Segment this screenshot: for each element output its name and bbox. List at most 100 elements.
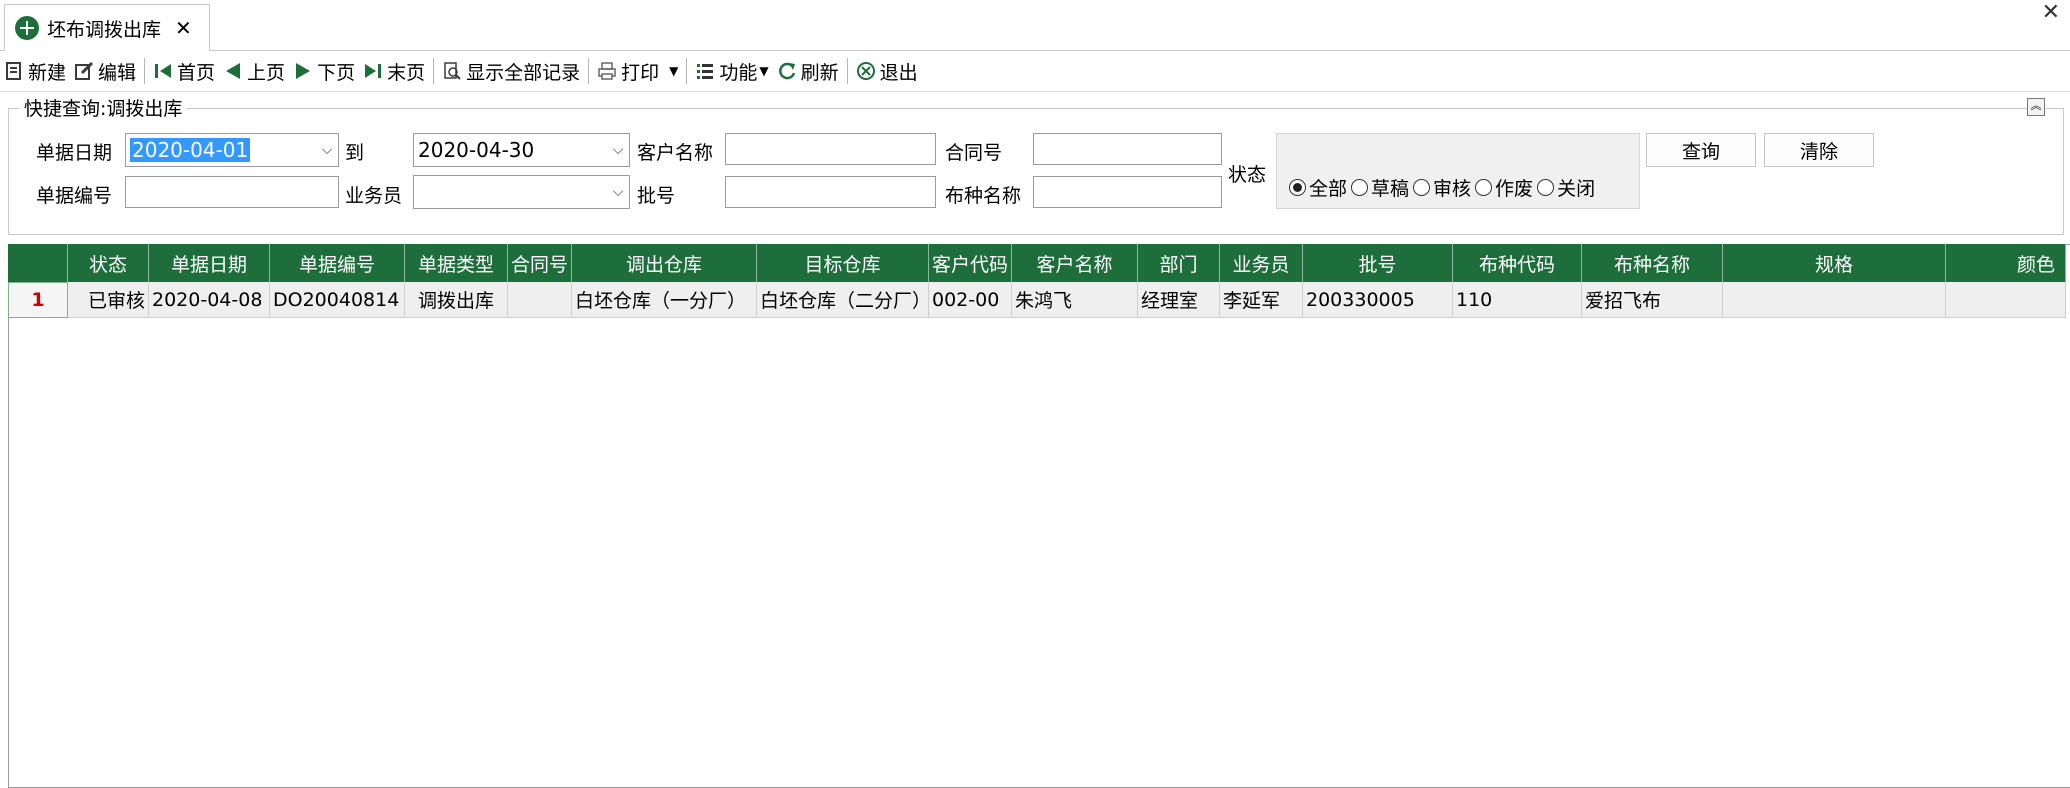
exit-button[interactable]: 退出	[852, 53, 922, 89]
tab-bar	[0, 0, 2070, 51]
clear-button[interactable]: 清除	[1764, 133, 1874, 167]
column-header[interactable]: 单据日期	[149, 244, 270, 282]
last-page-icon	[363, 61, 383, 81]
status-radio-all[interactable]: 全部	[1289, 174, 1347, 201]
table-cell[interactable]: 110	[1453, 282, 1582, 318]
table-cell[interactable]: 调拨出库	[405, 282, 508, 318]
fabric-label: 布种名称	[945, 185, 1022, 207]
date-to-picker[interactable]: 2020-04-30 ⌵	[413, 133, 630, 167]
quick-query-title: 快捷查询:调拨出库	[20, 94, 187, 121]
date-to-value: 2020-04-30	[418, 138, 535, 162]
customer-input[interactable]	[725, 133, 936, 165]
status-label: 状态	[1228, 164, 1267, 186]
table-cell[interactable]: 已审核	[68, 282, 149, 318]
column-header[interactable]: 业务员	[1220, 244, 1303, 282]
table-cell[interactable]: 白坯仓库（二分厂）	[757, 282, 929, 318]
batch-input[interactable]	[725, 176, 936, 208]
print-button[interactable]: 打印 ▼	[593, 53, 682, 89]
fabric-input[interactable]	[1033, 176, 1222, 208]
chevron-down-icon[interactable]: ⌵	[607, 142, 629, 158]
table-cell[interactable]: 经理室	[1138, 282, 1220, 318]
radio-icon	[1351, 179, 1369, 196]
column-header[interactable]: 合同号	[508, 244, 572, 282]
column-header[interactable]: 批号	[1303, 244, 1453, 282]
to-label: 到	[345, 142, 365, 164]
edit-label: 编辑	[98, 61, 137, 84]
column-header[interactable]: 规格	[1723, 244, 1946, 282]
column-header[interactable]: 目标仓库	[757, 244, 929, 282]
dropdown-arrow-icon: ▼	[669, 64, 679, 78]
table-cell[interactable]: DO20040814	[270, 282, 405, 318]
column-header[interactable]: 颜色	[1946, 244, 2066, 282]
status-option-label: 关闭	[1557, 178, 1596, 200]
toolbar-separator	[846, 58, 848, 84]
new-doc-icon	[4, 61, 24, 81]
status-radio-approved[interactable]: 审核	[1413, 174, 1471, 201]
row-number-header[interactable]	[8, 244, 68, 282]
collapse-icon[interactable]: ︽	[2027, 98, 2045, 116]
row-number[interactable]: 1	[8, 282, 68, 318]
next-page-button[interactable]: 下页	[289, 53, 359, 89]
table-cell[interactable]: 白坯仓库（一分厂）	[572, 282, 757, 318]
contract-input[interactable]	[1033, 133, 1222, 165]
next-page-label: 下页	[317, 61, 356, 84]
salesman-select[interactable]: ⌵	[413, 175, 630, 209]
docno-input[interactable]	[125, 176, 339, 208]
tab-close-icon[interactable]: ✕	[175, 16, 192, 40]
chevron-down-icon[interactable]: ⌵	[607, 184, 629, 200]
docno-label: 单据编号	[36, 185, 113, 207]
status-option-label: 作废	[1495, 178, 1534, 200]
status-option-label: 全部	[1309, 178, 1348, 200]
refresh-button[interactable]: 刷新	[773, 53, 843, 89]
print-label: 打印	[621, 61, 660, 84]
edit-button[interactable]: 编辑	[70, 53, 140, 89]
table-cell[interactable]: 爱招飞布	[1582, 282, 1723, 318]
new-label: 新建	[28, 61, 67, 84]
first-page-button[interactable]: 首页	[149, 53, 219, 89]
column-header[interactable]: 单据类型	[405, 244, 508, 282]
table-cell[interactable]	[1723, 282, 1946, 318]
show-all-button[interactable]: 显示全部记录	[438, 53, 584, 89]
status-radio-draft[interactable]: 草稿	[1351, 174, 1409, 201]
table-cell[interactable]	[508, 282, 572, 318]
exit-icon	[856, 61, 876, 81]
printer-icon	[597, 61, 617, 81]
column-header[interactable]: 部门	[1138, 244, 1220, 282]
column-header[interactable]: 状态	[68, 244, 149, 282]
date-from-value: 2020-04-01	[130, 138, 251, 162]
toolbar-separator	[686, 58, 688, 84]
status-options: 全部 草稿 审核 作废 关闭	[1289, 174, 1599, 201]
table-cell[interactable]: 002-00	[929, 282, 1012, 318]
table-row[interactable]: 1 已审核 2020-04-08 DO20040814 调拨出库 白坯仓库（一分厂） 白坯仓…	[8, 282, 2066, 318]
toolbar: 新建 编辑 首页 上页 下页 末页 显示全部记录 打印 ▼ 功能 ▼ 刷新 退出	[0, 51, 2070, 92]
table-cell[interactable]: 200330005	[1303, 282, 1453, 318]
new-button[interactable]: 新建	[0, 53, 70, 89]
column-header[interactable]: 单据编号	[270, 244, 405, 282]
table-cell[interactable]	[1946, 282, 2066, 318]
dropdown-arrow-icon: ▼	[759, 64, 769, 78]
column-header[interactable]: 布种名称	[1582, 244, 1723, 282]
chevron-down-icon[interactable]: ⌵	[316, 142, 338, 158]
function-button[interactable]: 功能 ▼	[691, 53, 772, 89]
tab-document[interactable]: 坯布调拨出库 ✕	[4, 4, 210, 51]
column-header[interactable]: 布种代码	[1453, 244, 1582, 282]
status-radio-void[interactable]: 作废	[1475, 174, 1533, 201]
edit-icon	[74, 61, 94, 81]
column-header[interactable]: 客户代码	[929, 244, 1012, 282]
column-header[interactable]: 客户名称	[1012, 244, 1138, 282]
toolbar-separator	[433, 58, 435, 84]
prev-page-button[interactable]: 上页	[219, 53, 289, 89]
window-close-icon[interactable]: ✕	[2042, 0, 2060, 25]
last-page-button[interactable]: 末页	[359, 53, 429, 89]
show-all-icon	[442, 61, 462, 81]
table-cell[interactable]: 李延军	[1220, 282, 1303, 318]
table-cell[interactable]: 朱鸿飞	[1012, 282, 1138, 318]
status-option-label: 草稿	[1371, 178, 1410, 200]
column-header[interactable]: 调出仓库	[572, 244, 757, 282]
table-cell[interactable]: 2020-04-08	[149, 282, 270, 318]
next-page-icon	[293, 61, 313, 81]
search-button[interactable]: 查询	[1646, 133, 1756, 167]
prev-page-label: 上页	[247, 61, 286, 84]
date-from-picker[interactable]: 2020-04-01 ⌵	[125, 133, 339, 167]
status-radio-closed[interactable]: 关闭	[1537, 174, 1595, 201]
